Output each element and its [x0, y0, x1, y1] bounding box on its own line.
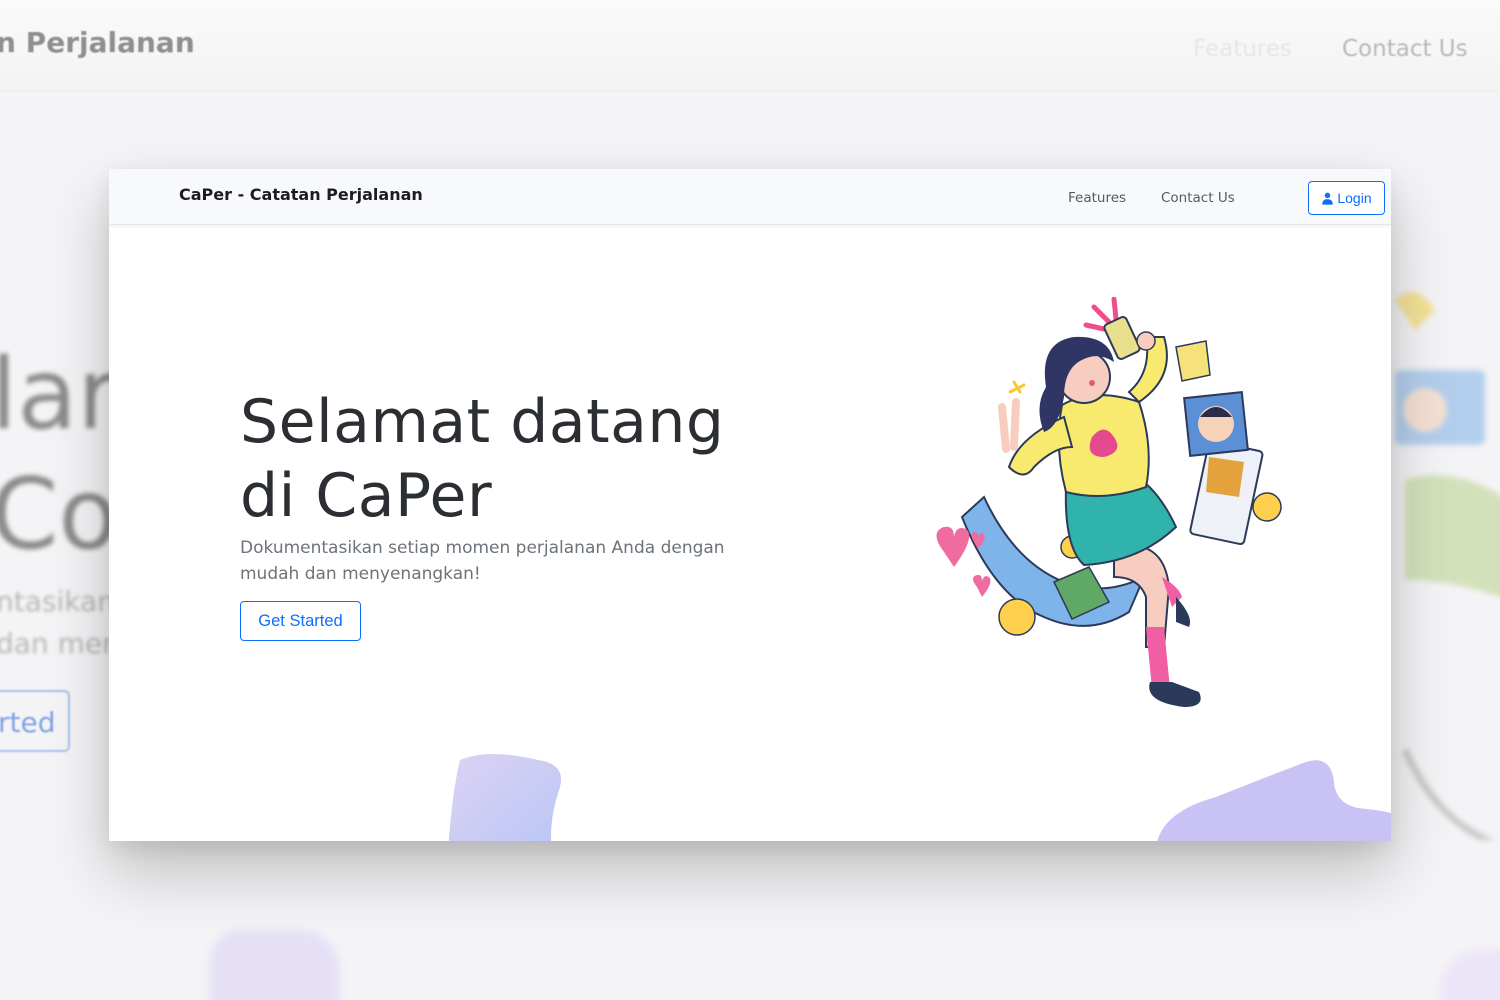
- backdrop-contact-link: Contact Us: [1342, 36, 1468, 62]
- backdrop-subtitle-line1: ntasikan: [0, 585, 115, 618]
- backdrop-hero-title-line2: Co: [0, 458, 119, 572]
- nav-link-contact[interactable]: Contact Us: [1161, 190, 1235, 206]
- nav-link-features[interactable]: Features: [1068, 190, 1126, 206]
- hero-title: Selamat datang di CaPer: [240, 385, 840, 533]
- login-button[interactable]: Login: [1308, 181, 1385, 215]
- page-window: CaPer - Catatan Perjalanan Features Cont…: [109, 169, 1391, 841]
- backdrop-blob: [210, 930, 340, 1000]
- brand-logo-text[interactable]: CaPer - Catatan Perjalanan: [179, 185, 423, 204]
- backdrop-subtitle-line2: dan mer: [0, 627, 114, 660]
- backdrop-features-link: Features: [1193, 36, 1292, 62]
- backdrop-brand: n Perjalanan: [0, 26, 195, 59]
- decorative-blob-left: [448, 754, 561, 841]
- traveler-selfie-illustration: [936, 297, 1282, 707]
- decorative-blob-right: [1157, 760, 1391, 841]
- user-icon: [1322, 192, 1334, 205]
- hero-title-line1: Selamat datang: [240, 387, 725, 457]
- backdrop-hero-title-line1: lar: [0, 338, 118, 452]
- backdrop-blob: [1440, 950, 1500, 1000]
- hero-title-line2: di CaPer: [240, 461, 493, 531]
- backdrop-illustration: [1395, 292, 1500, 840]
- navbar: CaPer - Catatan Perjalanan Features Cont…: [109, 169, 1391, 225]
- get-started-button[interactable]: Get Started: [240, 601, 361, 641]
- login-label: Login: [1337, 190, 1372, 206]
- backdrop-cta-button: rted: [0, 690, 70, 752]
- hero-subtitle: Dokumentasikan setiap momen perjalanan A…: [240, 538, 725, 584]
